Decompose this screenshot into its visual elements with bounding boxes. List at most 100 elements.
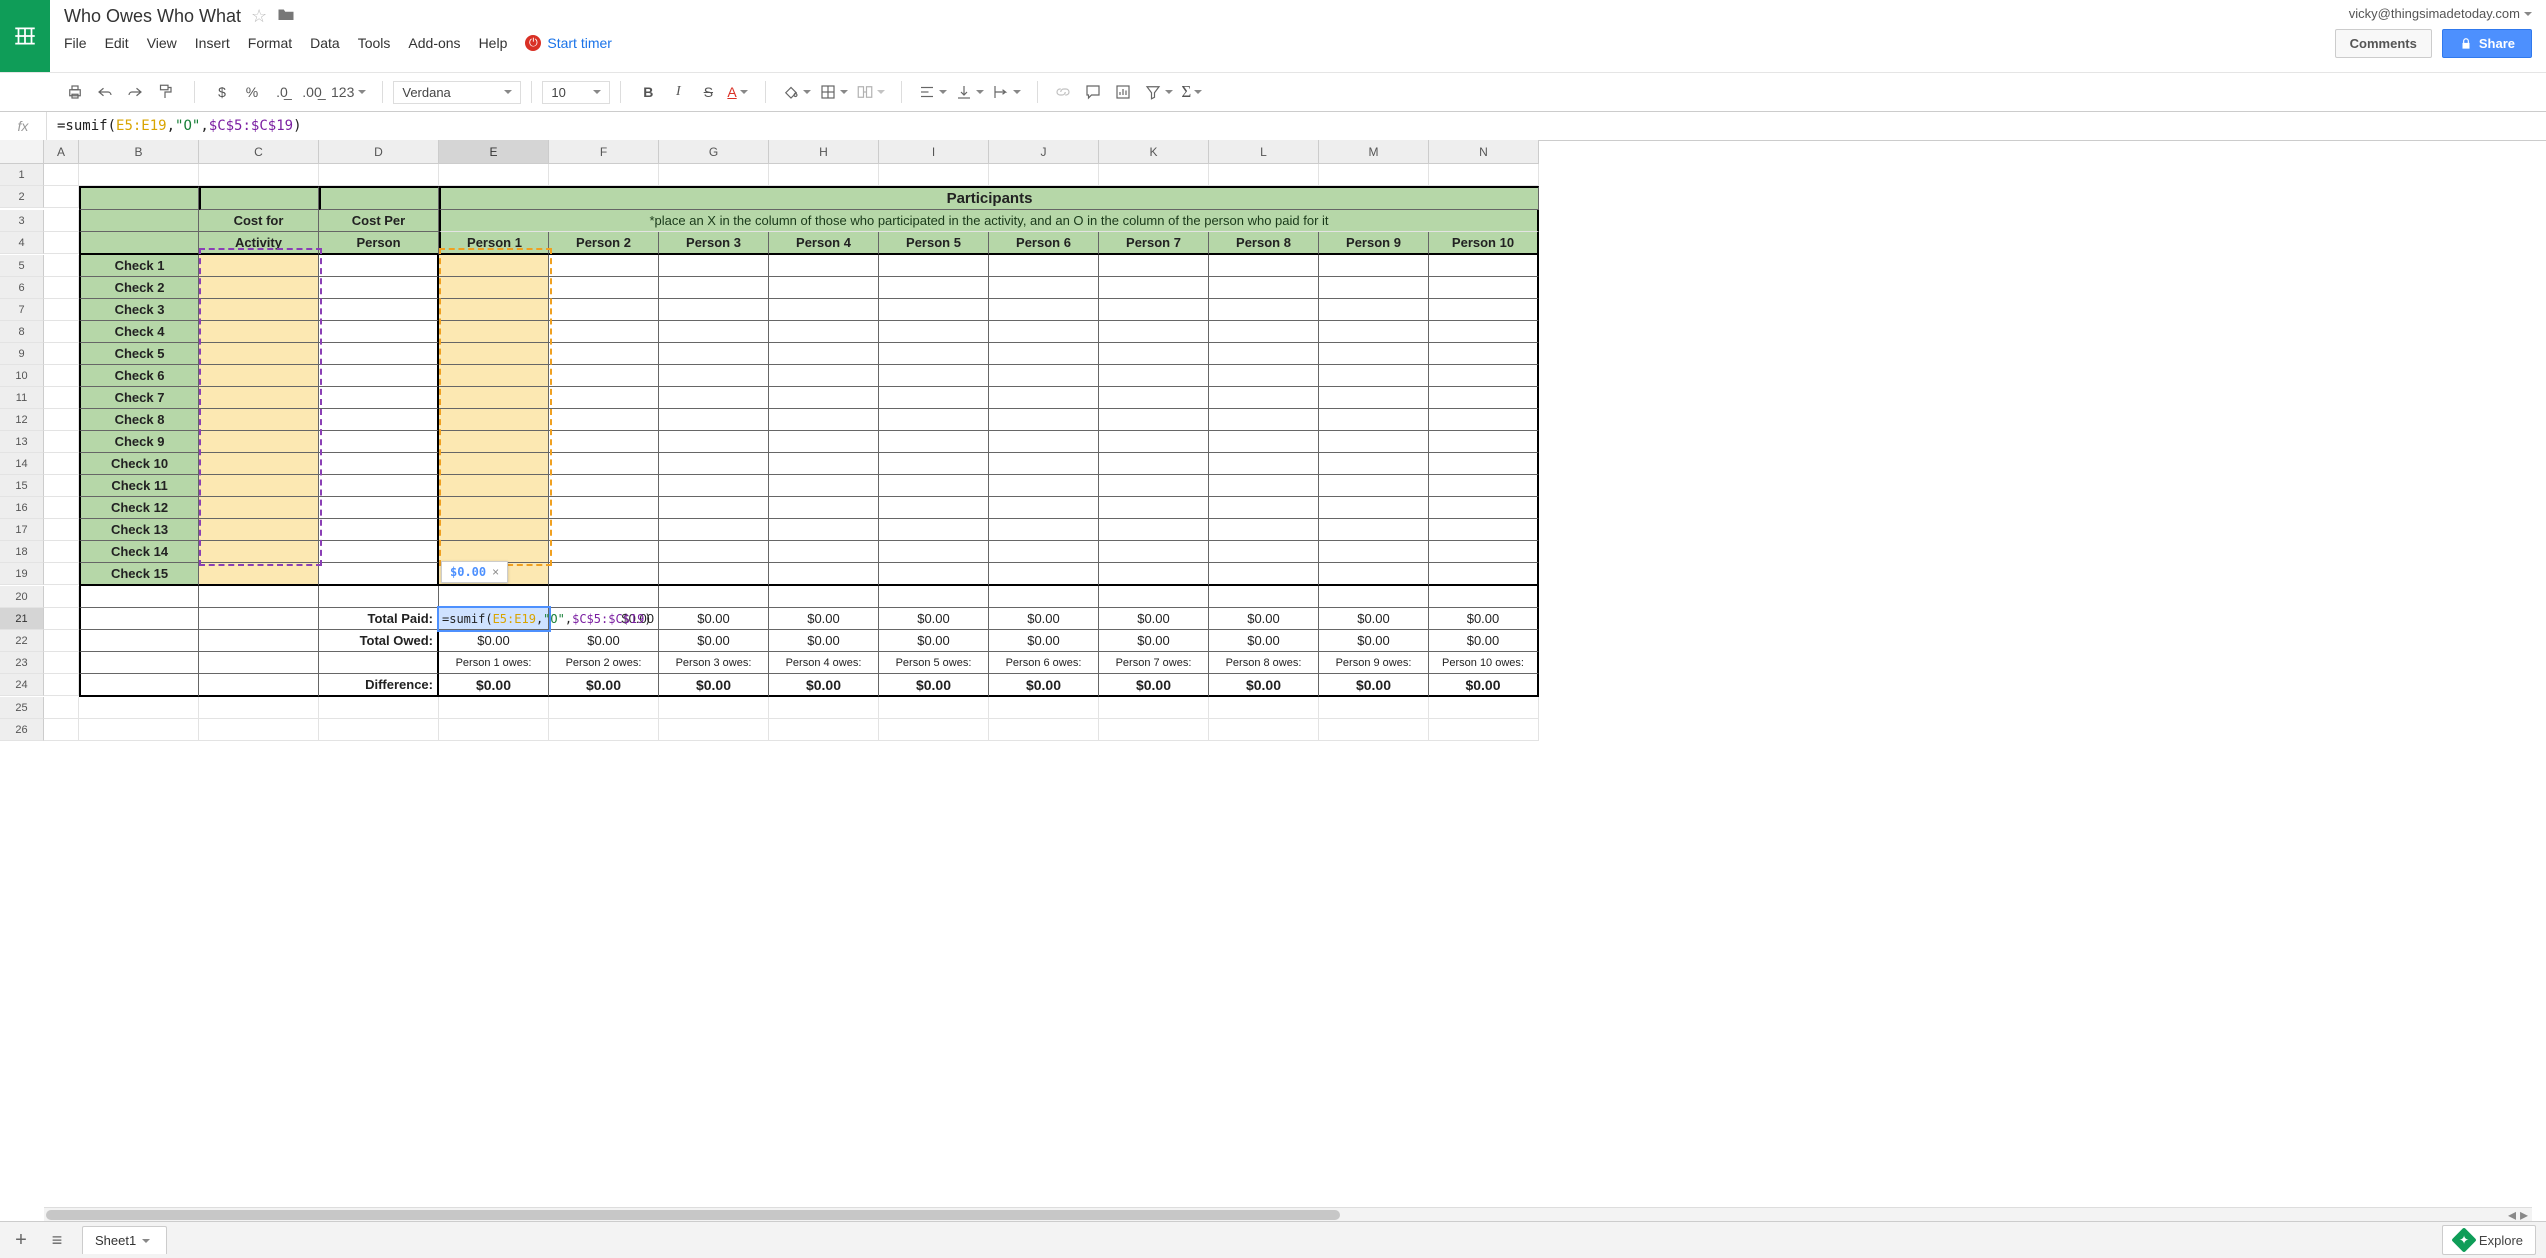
cell-C18[interactable] <box>199 541 319 563</box>
cell-F25[interactable] <box>549 697 659 719</box>
row-header-14[interactable]: 14 <box>0 453 44 475</box>
cell-D8[interactable] <box>319 321 439 343</box>
cell-F7[interactable] <box>549 299 659 321</box>
cell-J12[interactable] <box>989 409 1099 431</box>
cell-E16[interactable] <box>439 497 549 519</box>
row-header-23[interactable]: 23 <box>0 652 44 674</box>
cell-H9[interactable] <box>769 343 879 365</box>
cell-E10[interactable] <box>439 365 549 387</box>
cell-I5[interactable] <box>879 255 989 277</box>
select-all-corner[interactable] <box>0 140 44 164</box>
italic-icon[interactable]: I <box>667 84 689 100</box>
cell-F15[interactable] <box>549 475 659 497</box>
share-button[interactable]: Share <box>2442 29 2532 58</box>
cell-E26[interactable] <box>439 719 549 741</box>
cell-H17[interactable] <box>769 519 879 541</box>
row-header-2[interactable]: 2 <box>0 186 44 208</box>
cell-E11[interactable] <box>439 387 549 409</box>
col-header-K[interactable]: K <box>1099 140 1209 164</box>
cell-L16[interactable] <box>1209 497 1319 519</box>
cell-J8[interactable] <box>989 321 1099 343</box>
cell-B26[interactable] <box>79 719 199 741</box>
cell-C6[interactable] <box>199 277 319 299</box>
check-label-6[interactable]: Check 6 <box>79 365 199 387</box>
cell-F17[interactable] <box>549 519 659 541</box>
row-header-22[interactable]: 22 <box>0 630 44 652</box>
check-label-9[interactable]: Check 9 <box>79 431 199 453</box>
cell-K21[interactable]: $0.00 <box>1099 608 1209 630</box>
cell-H26[interactable] <box>769 719 879 741</box>
cell-M5[interactable] <box>1319 255 1429 277</box>
check-label-3[interactable]: Check 3 <box>79 299 199 321</box>
cell-L25[interactable] <box>1209 697 1319 719</box>
cell-A20[interactable] <box>44 586 79 608</box>
cell-C21[interactable] <box>199 608 319 630</box>
active-cell-E21[interactable]: =sumif(E5:E19,"O",$C$5:$C$19) <box>439 608 549 630</box>
cell-G1[interactable] <box>659 164 769 186</box>
cell-N25[interactable] <box>1429 697 1539 719</box>
cell-A12[interactable] <box>44 409 79 431</box>
cell-M12[interactable] <box>1319 409 1429 431</box>
cell-L1[interactable] <box>1209 164 1319 186</box>
col-header-J[interactable]: J <box>989 140 1099 164</box>
comments-button[interactable]: Comments <box>2335 29 2432 58</box>
cell-L22[interactable]: $0.00 <box>1209 630 1319 652</box>
cell-N16[interactable] <box>1429 497 1539 519</box>
cell-C20[interactable] <box>199 586 319 608</box>
cell-G13[interactable] <box>659 431 769 453</box>
cell-H14[interactable] <box>769 453 879 475</box>
cell-H16[interactable] <box>769 497 879 519</box>
cell-K14[interactable] <box>1099 453 1209 475</box>
cell-I14[interactable] <box>879 453 989 475</box>
row-header-17[interactable]: 17 <box>0 519 44 541</box>
cell-L11[interactable] <box>1209 387 1319 409</box>
cell-G22[interactable]: $0.00 <box>659 630 769 652</box>
cell-I11[interactable] <box>879 387 989 409</box>
cell-H8[interactable] <box>769 321 879 343</box>
check-label-10[interactable]: Check 10 <box>79 453 199 475</box>
row-header-11[interactable]: 11 <box>0 387 44 409</box>
cell-A26[interactable] <box>44 719 79 741</box>
person-header-1[interactable]: Person 1 <box>439 232 549 255</box>
check-label-2[interactable]: Check 2 <box>79 277 199 299</box>
cell-I18[interactable] <box>879 541 989 563</box>
check-label-14[interactable]: Check 14 <box>79 541 199 563</box>
menu-tools[interactable]: Tools <box>358 35 391 51</box>
cell-C12[interactable] <box>199 409 319 431</box>
cell-D20[interactable] <box>319 586 439 608</box>
cell-E12[interactable] <box>439 409 549 431</box>
cell-F14[interactable] <box>549 453 659 475</box>
cell-I9[interactable] <box>879 343 989 365</box>
cell-J17[interactable] <box>989 519 1099 541</box>
cell-G8[interactable] <box>659 321 769 343</box>
cell-E20[interactable] <box>439 586 549 608</box>
owes-label-7[interactable]: Person 7 owes: <box>1099 652 1209 674</box>
person-header-4[interactable]: Person 4 <box>769 232 879 255</box>
cell-D12[interactable] <box>319 409 439 431</box>
cell-I7[interactable] <box>879 299 989 321</box>
difference-label[interactable]: Difference: <box>319 674 439 697</box>
cell-D16[interactable] <box>319 497 439 519</box>
paint-format-icon[interactable] <box>156 83 178 101</box>
cell-I16[interactable] <box>879 497 989 519</box>
cell-D5[interactable] <box>319 255 439 277</box>
horizontal-scrollbar[interactable]: ◂ ▸ <box>44 1207 2532 1222</box>
currency-icon[interactable]: $ <box>211 84 233 100</box>
row-header-5[interactable]: 5 <box>0 255 44 277</box>
cell-H21[interactable]: $0.00 <box>769 608 879 630</box>
cell-K24[interactable]: $0.00 <box>1099 674 1209 697</box>
print-icon[interactable] <box>66 83 88 101</box>
col-header-G[interactable]: G <box>659 140 769 164</box>
cell-G20[interactable] <box>659 586 769 608</box>
row-header-15[interactable]: 15 <box>0 475 44 497</box>
scrollbar-thumb[interactable] <box>46 1210 1340 1220</box>
cell-H10[interactable] <box>769 365 879 387</box>
cell-J24[interactable]: $0.00 <box>989 674 1099 697</box>
text-wrap-icon[interactable] <box>992 83 1021 101</box>
cell-A2[interactable] <box>44 186 79 208</box>
cell-F10[interactable] <box>549 365 659 387</box>
cell-C10[interactable] <box>199 365 319 387</box>
cell-D14[interactable] <box>319 453 439 475</box>
cell-C7[interactable] <box>199 299 319 321</box>
cell-M26[interactable] <box>1319 719 1429 741</box>
